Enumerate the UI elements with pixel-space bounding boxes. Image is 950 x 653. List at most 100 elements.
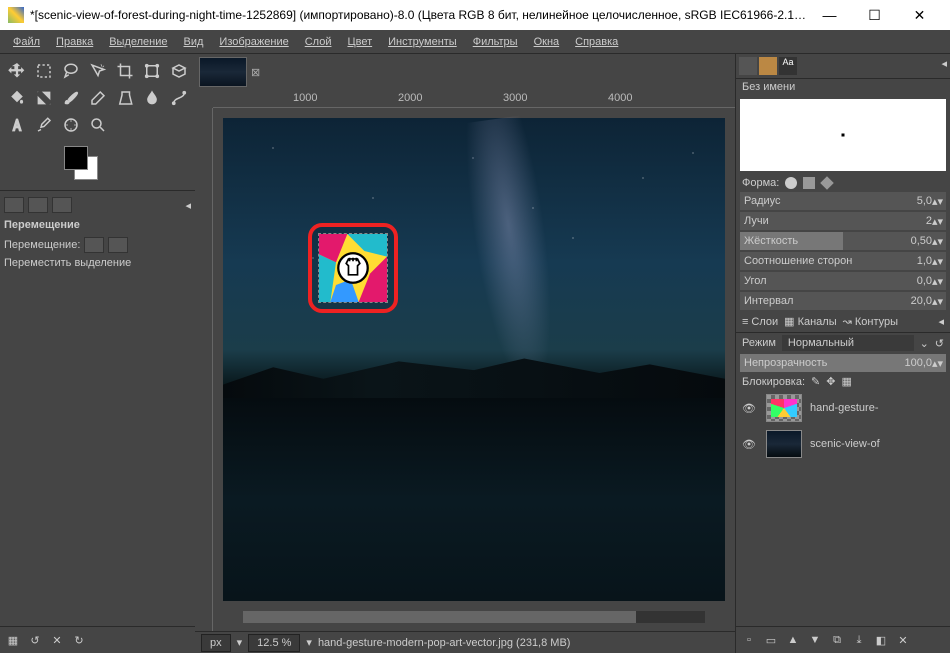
fg-bg-colors[interactable]: [64, 146, 104, 186]
brush-tool[interactable]: [58, 85, 84, 111]
close-button[interactable]: ✕: [897, 0, 942, 30]
lock-pixels-icon[interactable]: ✎: [811, 375, 820, 388]
unified-transform-tool[interactable]: [166, 58, 192, 84]
move-layer-toggle[interactable]: [84, 237, 104, 253]
document-tab[interactable]: [199, 57, 247, 87]
pasted-layer-content[interactable]: [318, 233, 388, 303]
canvas-image[interactable]: [223, 118, 725, 601]
menu-filters[interactable]: Фильтры: [466, 33, 525, 51]
layer-thumbnail[interactable]: [766, 430, 802, 458]
eraser-tool[interactable]: [85, 85, 111, 111]
dock-tab-icon[interactable]: [52, 197, 72, 213]
layer-name[interactable]: hand-gesture-: [810, 402, 879, 414]
mode-label: Режим: [742, 337, 776, 349]
fuzzy-select-tool[interactable]: [85, 58, 111, 84]
scrollbar-horizontal[interactable]: [243, 611, 705, 623]
opacity-slider[interactable]: Непрозрачность100,0▴▾: [740, 354, 946, 372]
brushes-tab-icon[interactable]: [739, 57, 757, 75]
tab-layers[interactable]: ≡Слои: [742, 315, 778, 328]
shape-diamond[interactable]: [821, 176, 835, 190]
lasso-tool[interactable]: [58, 58, 84, 84]
fg-color[interactable]: [64, 146, 88, 170]
spacing-slider[interactable]: Интервал20,0▴▾: [740, 292, 946, 310]
layer-row[interactable]: 👁 scenic-view-of: [736, 426, 950, 462]
canvas[interactable]: [213, 108, 735, 631]
gradient-tool[interactable]: [31, 85, 57, 111]
visibility-icon[interactable]: 👁: [742, 438, 758, 451]
reset-options-icon[interactable]: ↻: [70, 631, 88, 649]
fonts-tab-icon[interactable]: Aa: [779, 57, 797, 75]
scrollbar-thumb[interactable]: [243, 611, 636, 623]
layer-thumbnail[interactable]: [766, 394, 802, 422]
rays-slider[interactable]: Лучи2▴▾: [740, 212, 946, 230]
menu-image[interactable]: Изображение: [212, 33, 295, 51]
mode-selector[interactable]: Нормальный: [782, 335, 914, 351]
zoom-level[interactable]: 12.5 %: [248, 634, 300, 652]
text-tool[interactable]: [4, 112, 30, 138]
rect-select-tool[interactable]: [31, 58, 57, 84]
minimize-button[interactable]: —: [807, 0, 852, 30]
duplicate-layer-icon[interactable]: ⧉: [828, 631, 846, 649]
smudge-tool[interactable]: [139, 85, 165, 111]
menu-help[interactable]: Справка: [568, 33, 625, 51]
radius-slider[interactable]: Радиус5,0▴▾: [740, 192, 946, 210]
maximize-button[interactable]: ☐: [852, 0, 897, 30]
path-tool[interactable]: [166, 85, 192, 111]
menu-view[interactable]: Вид: [177, 33, 211, 51]
hardness-slider[interactable]: Жёсткость0,50▴▾: [740, 232, 946, 250]
menu-tools[interactable]: Инструменты: [381, 33, 464, 51]
dock-menu-icon[interactable]: ◂: [185, 199, 191, 212]
new-group-icon[interactable]: ▭: [762, 631, 780, 649]
zoom-tool[interactable]: [85, 112, 111, 138]
color-picker-tool[interactable]: [31, 112, 57, 138]
measure-tool[interactable]: [58, 112, 84, 138]
menu-select[interactable]: Выделение: [102, 33, 174, 51]
crop-tool[interactable]: [112, 58, 138, 84]
dock-menu-icon[interactable]: ◂: [938, 315, 944, 328]
pasted-layer-highlight[interactable]: [308, 223, 398, 313]
menu-layer[interactable]: Слой: [298, 33, 339, 51]
merge-layer-icon[interactable]: ⤓: [850, 631, 868, 649]
save-options-icon[interactable]: ▦: [4, 631, 22, 649]
dock-menu-icon[interactable]: ◂: [941, 57, 947, 75]
brush-preview[interactable]: [740, 99, 946, 171]
move-tool[interactable]: [4, 58, 30, 84]
raise-layer-icon[interactable]: ▲: [784, 631, 802, 649]
delete-options-icon[interactable]: ✕: [48, 631, 66, 649]
menu-file[interactable]: Файл: [6, 33, 47, 51]
shape-circle[interactable]: [785, 177, 797, 189]
mask-layer-icon[interactable]: ◧: [872, 631, 890, 649]
lock-position-icon[interactable]: ✥: [826, 375, 835, 388]
transform-tool[interactable]: [139, 58, 165, 84]
move-path-toggle[interactable]: [108, 237, 128, 253]
visibility-icon[interactable]: 👁: [742, 402, 758, 415]
lock-alpha-icon[interactable]: ▦: [841, 375, 851, 388]
mode-reset-icon[interactable]: ↺: [935, 337, 944, 350]
layer-row[interactable]: 👁 hand-gesture-: [736, 390, 950, 426]
menu-windows[interactable]: Окна: [527, 33, 567, 51]
shape-square[interactable]: [803, 177, 815, 189]
aspect-slider[interactable]: Соотношение сторон1,0▴▾: [740, 252, 946, 270]
menu-colors[interactable]: Цвет: [340, 33, 379, 51]
bucket-tool[interactable]: [4, 85, 30, 111]
layer-name[interactable]: scenic-view-of: [810, 438, 880, 450]
lower-layer-icon[interactable]: ▼: [806, 631, 824, 649]
menu-edit[interactable]: Правка: [49, 33, 100, 51]
dock-tab-icon[interactable]: [28, 197, 48, 213]
new-layer-icon[interactable]: ▫: [740, 631, 758, 649]
ruler-horizontal[interactable]: 1000 2000 3000 4000: [213, 90, 735, 108]
ruler-vertical[interactable]: [195, 108, 213, 631]
tab-close-icon[interactable]: ⊠: [251, 66, 260, 79]
delete-layer-icon[interactable]: ✕: [894, 631, 912, 649]
restore-options-icon[interactable]: ↺: [26, 631, 44, 649]
tab-paths[interactable]: ↝Контуры: [843, 315, 898, 328]
unit-dropdown-icon[interactable]: ▾: [237, 636, 243, 649]
patterns-tab-icon[interactable]: [759, 57, 777, 75]
unit-selector[interactable]: px: [201, 634, 231, 652]
dock-tab-icon[interactable]: [4, 197, 24, 213]
zoom-dropdown-icon[interactable]: ▾: [306, 636, 312, 649]
tab-channels[interactable]: ▦Каналы: [784, 315, 836, 328]
mode-dropdown-icon[interactable]: ⌄: [920, 337, 929, 350]
clone-tool[interactable]: [112, 85, 138, 111]
angle-slider[interactable]: Угол0,0▴▾: [740, 272, 946, 290]
